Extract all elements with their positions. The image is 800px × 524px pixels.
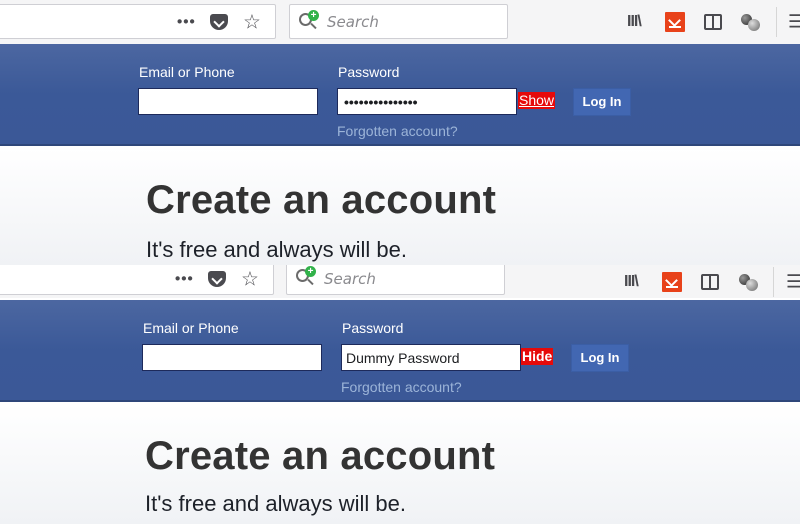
email-label: Email or Phone xyxy=(139,64,235,80)
url-bar[interactable]: ••• ☆ xyxy=(0,265,274,295)
aliexpress-icon[interactable] xyxy=(665,12,685,32)
page-actions-icon[interactable]: ••• xyxy=(175,270,194,287)
email-label: Email or Phone xyxy=(143,320,239,336)
menu-icon[interactable]: ☰ xyxy=(788,12,800,33)
password-field[interactable]: Dummy Password xyxy=(341,344,521,371)
sidebar-icon[interactable] xyxy=(701,273,719,290)
show-password-button[interactable]: Show xyxy=(518,92,556,109)
pocket-icon[interactable] xyxy=(208,270,226,287)
password-value: ••••••••••••••• xyxy=(344,93,418,110)
search-bar[interactable]: + Search xyxy=(286,265,505,295)
hide-password-button[interactable]: Hide xyxy=(521,348,554,365)
login-button[interactable]: Log In xyxy=(573,88,631,116)
add-search-engine-icon: + xyxy=(305,266,316,277)
login-button[interactable]: Log In xyxy=(571,344,629,372)
toolbar-separator xyxy=(773,266,774,297)
star-icon[interactable]: ☆ xyxy=(241,266,259,291)
extension-icon[interactable] xyxy=(738,272,760,292)
signup-section: Create an account It's free and always w… xyxy=(0,404,800,524)
password-field[interactable]: ••••••••••••••• xyxy=(337,88,517,115)
page-actions-icon[interactable]: ••• xyxy=(177,13,196,30)
password-label: Password xyxy=(338,64,400,80)
search-bar[interactable]: + Search xyxy=(289,4,508,39)
search-placeholder: Search xyxy=(324,269,376,288)
add-search-engine-icon: + xyxy=(308,10,319,21)
forgotten-account-link[interactable]: Forgotten account? xyxy=(341,379,462,395)
sidebar-icon[interactable] xyxy=(704,14,722,30)
library-icon[interactable]: III\ xyxy=(627,13,642,31)
browser-toolbar: ••• ☆ + Search III\ ☰ xyxy=(0,0,800,44)
library-icon[interactable]: III\ xyxy=(624,273,639,291)
star-icon[interactable]: ☆ xyxy=(243,9,261,34)
toolbar-separator xyxy=(776,7,777,37)
aliexpress-icon[interactable] xyxy=(662,271,682,292)
login-header: Email or Phone Password ••••••••••••••• … xyxy=(0,44,800,146)
page-title: Create an account xyxy=(145,434,496,478)
tagline: It's free and always will be. xyxy=(146,237,407,262)
browser-toolbar: ••• ☆ + Search III\ ☰ xyxy=(0,265,800,298)
password-label: Password xyxy=(342,320,404,336)
signup-section: Create an account It's free and always w… xyxy=(0,148,800,265)
screenshot-password-hidden: ••• ☆ + Search III\ ☰ Email or Phone Pas… xyxy=(0,0,800,265)
page-title: Create an account xyxy=(146,178,497,222)
search-placeholder: Search xyxy=(327,12,379,31)
pocket-icon[interactable] xyxy=(210,13,228,30)
tagline: It's free and always will be. xyxy=(145,491,406,516)
email-field[interactable] xyxy=(142,344,322,371)
forgotten-account-link[interactable]: Forgotten account? xyxy=(337,123,458,139)
screenshot-password-revealed: ••• ☆ + Search III\ ☰ Email or Phone Pas… xyxy=(0,265,800,524)
menu-icon[interactable]: ☰ xyxy=(786,271,800,292)
password-value: Dummy Password xyxy=(346,349,460,366)
login-header: Email or Phone Password Dummy Password H… xyxy=(0,300,800,402)
email-field[interactable] xyxy=(138,88,318,115)
url-bar[interactable]: ••• ☆ xyxy=(0,4,276,39)
extension-icon[interactable] xyxy=(740,12,762,32)
